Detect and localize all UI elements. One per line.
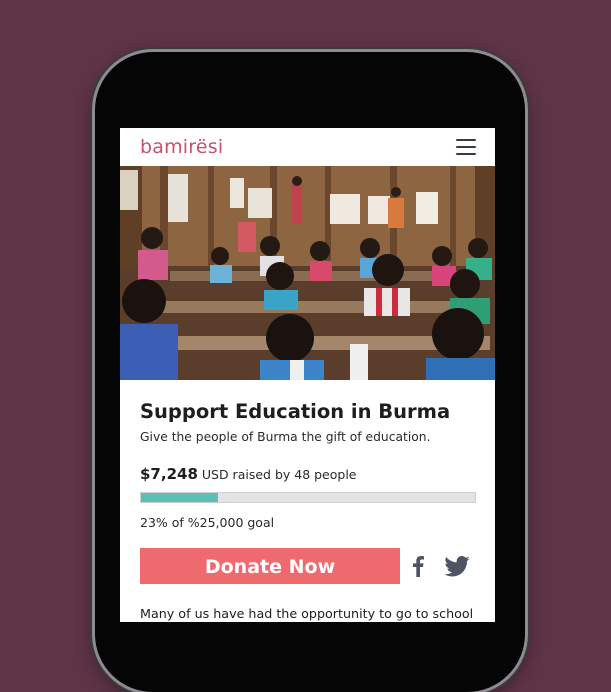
progress-fill — [141, 493, 218, 502]
hamburger-menu-icon[interactable] — [456, 139, 476, 155]
campaign-title: Support Education in Burma — [140, 400, 451, 423]
action-row: Donate Now — [140, 548, 475, 584]
twitter-icon[interactable] — [444, 556, 470, 577]
raised-text: USD raised by 48 people — [201, 467, 357, 482]
brand-logo[interactable]: bamirësi — [140, 136, 223, 158]
top-navbar: bamirësi — [120, 128, 495, 166]
donate-button[interactable]: Donate Now — [140, 548, 400, 584]
raised-summary: $7,248 USD raised by 48 people — [140, 465, 475, 484]
campaign-description: Many of us have had the opportunity to g… — [140, 606, 474, 621]
menu-line — [456, 139, 476, 141]
campaign-subtitle: Give the people of Burma the gift of edu… — [140, 430, 431, 444]
phone-screen: bamirësi Support Education in Burma Give… — [120, 128, 495, 622]
menu-line — [456, 146, 476, 148]
menu-line — [456, 153, 476, 155]
facebook-icon[interactable] — [412, 555, 424, 577]
hero-image — [120, 166, 495, 380]
campaign-details: Support Education in Burma Give the peop… — [120, 400, 495, 622]
classroom-photo — [120, 166, 495, 380]
raised-amount: $7,248 — [140, 465, 198, 483]
goal-text: 23% of %25,000 goal — [140, 515, 275, 530]
progress-bar — [140, 492, 476, 503]
